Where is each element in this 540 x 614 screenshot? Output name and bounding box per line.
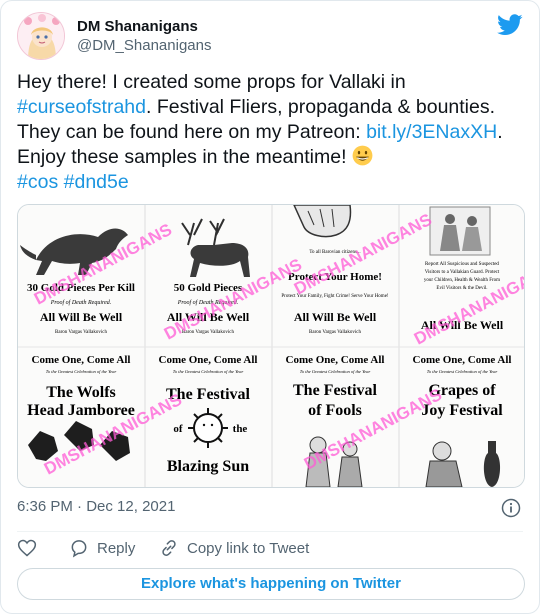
heart-icon [17, 539, 37, 557]
display-name[interactable]: DM Shananigans [77, 18, 211, 36]
reply-icon [71, 540, 87, 558]
flyer1-festival-b: Head Jamboree [27, 402, 135, 419]
tweet-text-line3: They can be found here on my Patreon: [17, 121, 367, 143]
tweet-header: DM Shananigans @DM_Shananigans [17, 12, 523, 62]
flyer4-top-line1-b: Visitors to a Vallakian Guard. Protect [425, 270, 500, 275]
link-icon [162, 540, 176, 556]
flyer4-top-line1: Report All Suspicious and Suspected [425, 262, 499, 267]
flyer3-motto: All Will Be Well [294, 310, 377, 324]
info-icon[interactable] [501, 498, 521, 518]
tweet-text-line3-end: . [497, 121, 503, 143]
twitter-bird-icon[interactable] [497, 14, 523, 36]
tweet-media-image[interactable]: 30 Gold Pieces Per Kill Proof of Death R… [17, 204, 525, 488]
tweet-text: Hey there! I created some props for Vall… [17, 70, 527, 195]
flyer1-sub: To the Greatest Celebration of the Year [46, 369, 117, 374]
explore-twitter-button[interactable]: Explore what's happening on Twitter [17, 568, 525, 600]
grinning-face-emoji-icon [352, 145, 373, 166]
reply-button[interactable]: Reply [69, 536, 135, 560]
sun-illustration [188, 408, 228, 448]
tweet-timestamp[interactable]: 6:36 PM · Dec 12, 2021 [17, 498, 525, 520]
avatar[interactable] [17, 12, 65, 60]
tweet-text-line1: Hey there! I created some props for Vall… [17, 71, 406, 93]
flyer2-sub: To the Greatest Celebration of the Year [173, 369, 244, 374]
tweet-time[interactable]: 6:36 PM [17, 498, 73, 515]
flyer3-signed: Baron Vargas Vallakovich [309, 330, 361, 335]
tweet-date[interactable]: Dec 12, 2021 [86, 498, 175, 515]
flyer1-motto: All Will Be Well [40, 310, 123, 324]
flyer1-top-line2: Proof of Death Required. [50, 299, 112, 306]
user-handle[interactable]: @DM_Shananigans [77, 36, 211, 56]
meta-separator: · [72, 498, 87, 515]
tweet-card: DM Shananigans @DM_Shananigans Hey there… [0, 0, 540, 614]
flyer1-signed: Baron Vargas Vallakovich [55, 330, 107, 335]
hashtag-cos[interactable]: #cos [17, 171, 58, 193]
copy-link-button[interactable]: Copy link to Tweet [159, 536, 309, 560]
flyer2-come: Come One, Come All [159, 354, 258, 366]
flyer3-festival-a: The Festival [293, 382, 378, 399]
reply-label: Reply [97, 539, 136, 557]
figures-illustration [429, 206, 491, 256]
like-button[interactable] [17, 536, 45, 560]
flyer4-sub: To the Greatest Celebration of the Year [427, 369, 498, 374]
flyer2-festival-the: the [233, 423, 248, 435]
flyer4-top-line1-c: your Children, Health & Wealth From [424, 278, 500, 283]
tweet-text-line4: Enjoy these samples in the meantime! [17, 146, 352, 168]
hashtag-curseofstrahd[interactable]: #curseofstrahd [17, 96, 146, 118]
flyer1-festival-a: The Wolfs [46, 384, 116, 401]
author-names[interactable]: DM Shananigans @DM_Shananigans [77, 18, 211, 56]
tweet-actions: Reply Copy link to Tweet [17, 536, 525, 560]
copy-link-label: Copy link to Tweet [187, 539, 310, 557]
patreon-link[interactable]: bit.ly/3ENaxXH [366, 121, 497, 143]
flyer2-festival-of: of [173, 423, 183, 435]
flyer3-sub: To the Greatest Celebration of the Year [300, 369, 371, 374]
flyer1-come: Come One, Come All [32, 354, 131, 366]
tweet-text-line2: . Festival Fliers, propaganda & bounties… [146, 96, 496, 118]
flyer4-come: Come One, Come All [413, 354, 512, 366]
flyer3-come: Come One, Come All [286, 354, 385, 366]
flyer3-festival-b: of Fools [308, 402, 362, 419]
divider [17, 531, 523, 532]
hashtag-dnd5e[interactable]: #dnd5e [64, 171, 129, 193]
flyer2-festival-c: Blazing Sun [167, 458, 249, 475]
flyer4-top-line1-d: Evil Visitors & the Devil. [436, 286, 487, 291]
